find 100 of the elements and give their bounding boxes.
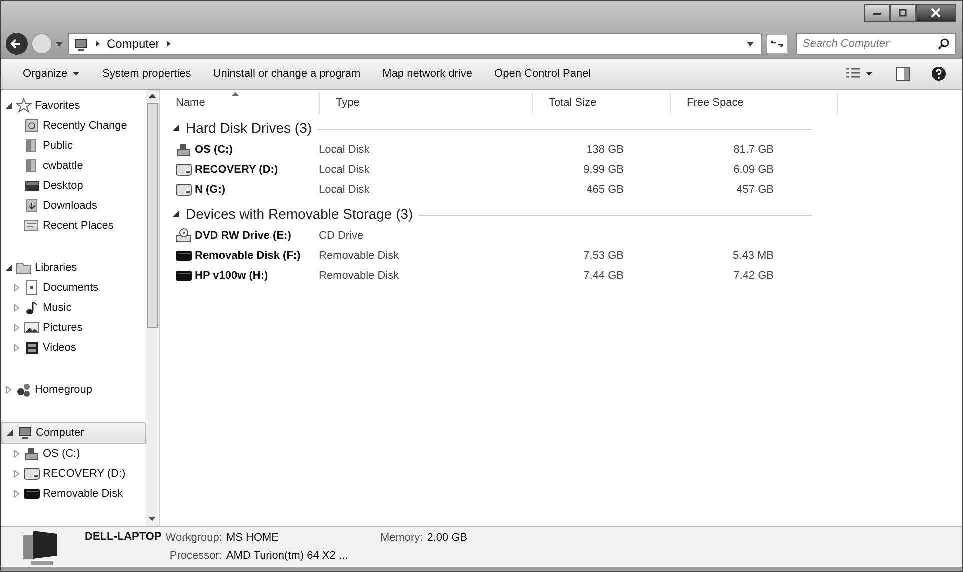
search-field[interactable]: Search Computer <box>796 33 956 55</box>
table-cell: 138 GB <box>586 144 624 156</box>
toolbar-button[interactable]: Open Control Panel <box>486 65 600 83</box>
sidebar-item[interactable]: OS (C:) <box>1 444 146 464</box>
film-icon <box>24 340 40 356</box>
hard-drive-icon <box>176 162 192 178</box>
group-header[interactable]: Hard Disk Drives (3) <box>186 120 312 136</box>
column-header[interactable]: Total Size <box>533 92 671 114</box>
toolbar-button[interactable]: System properties <box>94 65 200 83</box>
sidebar-item[interactable]: Music <box>1 298 146 318</box>
sidebar-item[interactable]: Removable Disk <box>1 484 146 504</box>
sidebar-item[interactable]: Pictures <box>1 318 146 338</box>
maximize-button[interactable] <box>890 4 916 22</box>
drive-name[interactable]: DVD RW Drive (E:) <box>195 230 292 242</box>
detail-label: Processor: <box>168 550 222 562</box>
hard-drive-icon <box>24 466 40 482</box>
picture-icon <box>24 320 40 336</box>
computer-name: DELL-LAPTOP <box>85 531 162 543</box>
detail-value: MS HOME <box>226 532 280 544</box>
document-icon <box>24 280 40 296</box>
recent-places-icon <box>24 218 40 234</box>
star-icon <box>16 98 32 114</box>
hard-drive-icon <box>176 182 192 198</box>
sidebar-item[interactable]: Documents <box>1 278 146 298</box>
table-cell: CD Drive <box>319 230 364 242</box>
table-cell: 457 GB <box>736 184 774 196</box>
detail-value: AMD Turion(tm) 64 X2 ... <box>226 550 350 562</box>
group-header[interactable]: Devices with Removable Storage (3) <box>186 206 414 222</box>
scroll-down-icon[interactable] <box>149 517 156 522</box>
music-note-icon <box>24 300 40 316</box>
minimize-button[interactable] <box>864 4 890 22</box>
help-icon[interactable] <box>932 67 946 81</box>
collapsed-arrow-icon[interactable] <box>13 324 21 332</box>
dropdown-caret-icon[interactable] <box>55 40 64 48</box>
collapsed-arrow-icon[interactable] <box>13 490 21 498</box>
sidebar-item[interactable]: Downloads <box>1 196 146 216</box>
downloads-folder-icon <box>24 198 40 214</box>
expanded-arrow-icon[interactable] <box>6 429 14 437</box>
table-cell: Removable Disk <box>319 250 400 262</box>
collapsed-arrow-icon[interactable] <box>13 284 21 292</box>
sort-arrow-icon <box>232 92 239 96</box>
view-list-icon[interactable] <box>846 68 860 80</box>
back-button[interactable] <box>5 32 29 56</box>
drive-name[interactable]: OS (C:) <box>195 144 233 156</box>
column-header[interactable]: Type <box>320 92 533 114</box>
sidebar-item[interactable]: Libraries <box>1 258 146 278</box>
toolbar-button[interactable]: Map network drive <box>374 65 481 83</box>
detail-value: 2.00 GB <box>427 532 468 544</box>
expanded-arrow-icon[interactable] <box>5 102 13 110</box>
scroll-up-icon[interactable] <box>149 94 156 99</box>
breadcrumb[interactable]: Computer <box>107 37 160 51</box>
collapsed-arrow-icon[interactable] <box>13 344 21 352</box>
preview-pane-icon[interactable] <box>896 67 910 81</box>
dvd-drive-icon <box>176 228 192 244</box>
sidebar-item[interactable]: RECOVERY (D:) <box>1 464 146 484</box>
toolbar-button[interactable]: Uninstall or change a program <box>205 65 369 83</box>
collapsed-arrow-icon[interactable] <box>5 386 13 394</box>
scrollbar[interactable] <box>146 90 159 526</box>
sidebar-item[interactable]: Desktop <box>1 176 146 196</box>
caret-icon[interactable] <box>866 71 874 77</box>
sidebar-item[interactable]: Recent Places <box>1 216 146 236</box>
search-icon[interactable] <box>938 38 950 50</box>
table-cell: Local Disk <box>319 184 370 196</box>
detail-label: Memory: <box>380 532 424 544</box>
desktop-icon <box>24 178 40 194</box>
collapsed-arrow-icon[interactable] <box>13 470 21 478</box>
toolbar-button[interactable]: Organize <box>15 65 89 83</box>
expanded-arrow-icon[interactable] <box>172 124 180 132</box>
refresh-button[interactable] <box>766 34 788 54</box>
collapsed-arrow-icon[interactable] <box>13 450 21 458</box>
drive-name[interactable]: HP v100w (H:) <box>195 270 268 282</box>
recent-changes-icon <box>24 118 40 134</box>
dropdown-caret-icon[interactable] <box>746 40 755 48</box>
close-button[interactable] <box>916 4 956 22</box>
sidebar-item[interactable]: Public <box>1 136 146 156</box>
table-cell: Removable Disk <box>319 270 400 282</box>
sidebar-item[interactable]: Favorites <box>1 96 146 116</box>
caret-icon <box>72 71 81 77</box>
address-bar[interactable]: Computer <box>68 33 762 55</box>
sidebar-item[interactable]: Homegroup <box>1 380 146 400</box>
chevron-icon <box>94 40 102 48</box>
maximize-icon <box>897 9 909 17</box>
collapsed-arrow-icon[interactable] <box>13 304 21 312</box>
expanded-arrow-icon[interactable] <box>5 264 13 272</box>
close-icon <box>930 8 942 18</box>
system-drive-icon <box>24 446 40 462</box>
sidebar-item[interactable]: Computer <box>1 422 146 444</box>
drive-name[interactable]: RECOVERY (D:) <box>195 164 278 176</box>
table-cell: 465 GB <box>586 184 624 196</box>
sidebar-item[interactable]: Recently Change <box>1 116 146 136</box>
homegroup-icon <box>16 382 32 398</box>
drive-name[interactable]: Removable Disk (F:) <box>195 250 301 262</box>
sidebar-item[interactable]: cwbattle <box>1 156 146 176</box>
chevron-icon <box>164 40 173 48</box>
expanded-arrow-icon[interactable] <box>172 210 180 218</box>
computer-icon <box>17 425 33 441</box>
column-header[interactable]: Free Space <box>671 92 838 114</box>
drive-name[interactable]: N (G:) <box>195 184 226 196</box>
sidebar-item[interactable]: Videos <box>1 338 146 358</box>
detail-label: Workgroup: <box>166 532 222 544</box>
